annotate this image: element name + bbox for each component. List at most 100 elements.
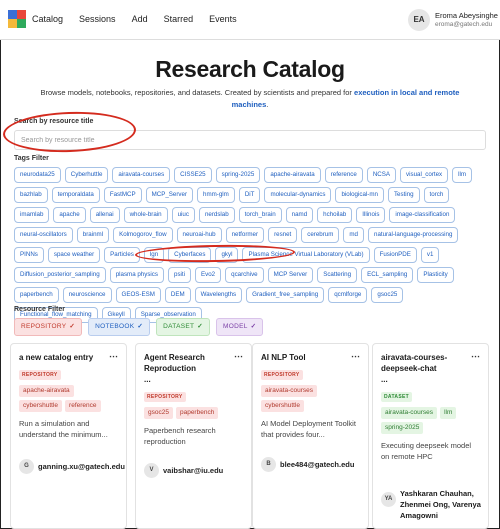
card-title[interactable]: a new catalog entry [19,352,114,363]
tag-chip[interactable]: DEM [164,287,191,303]
card-title[interactable]: Agent Research Reproduction [144,352,239,374]
card-tag[interactable]: cybershuttle [261,400,305,412]
filter-dataset[interactable]: DATASET ✓ [156,318,211,336]
filter-notebook[interactable]: NOTEBOOK ✓ [88,318,151,336]
card-tag[interactable]: cybershuttle [19,400,63,412]
tag-chip[interactable]: whole-brain [123,207,168,223]
tag-chip[interactable]: gkyl [215,247,239,263]
tag-chip[interactable]: apache-airavata [264,167,321,183]
tag-chip[interactable]: image-classification [389,207,456,223]
filter-model[interactable]: MODEL ✓ [216,318,264,336]
nav-events[interactable]: Events [209,14,237,24]
tag-chip[interactable]: Plasticity [417,267,454,283]
tag-chip[interactable]: airavata-courses [112,167,171,183]
tag-chip[interactable]: visual_cortex [400,167,449,183]
card-tag[interactable]: paperbench [175,407,219,419]
tag-chip[interactable]: Diffusion_posterior_sampling [14,267,106,283]
tag-chip[interactable]: v1 [420,247,440,263]
tag-chip[interactable]: uiuc [171,207,195,223]
tag-chip[interactable]: md [343,227,365,243]
card-tag[interactable]: llm [440,407,457,419]
card-title[interactable]: AI NLP Tool [261,352,356,363]
resource-card[interactable]: AI NLP Tool ⋯ REPOSITORY airavata-course… [252,343,369,529]
nav-add[interactable]: Add [132,14,148,24]
tag-chip[interactable]: gsoc25 [371,287,404,303]
nav-catalog[interactable]: Catalog [32,14,63,24]
user-avatar[interactable]: EA [408,9,430,31]
tag-chip[interactable]: FusionPDE [373,247,417,263]
tag-chip[interactable]: PINNs [14,247,44,263]
tag-chip[interactable]: Scattering [317,267,358,283]
tag-chip[interactable]: neuroscience [62,287,112,303]
tag-chip[interactable]: natural-language-processing [368,227,459,243]
tag-chip[interactable]: DiT [238,187,261,203]
tag-chip[interactable]: hchoilab [317,207,353,223]
tag-chip[interactable]: Cyberfaces [168,247,212,263]
tag-chip[interactable]: Evo2 [195,267,222,283]
tag-chip[interactable]: Gradient_free_sampling [246,287,325,303]
more-options-icon[interactable]: ⋯ [234,351,243,362]
tag-chip[interactable]: Particles [104,247,140,263]
tag-chip[interactable]: GEOS-ESM [115,287,161,303]
tag-chip[interactable]: lgn [143,247,165,263]
tag-chip[interactable]: MCP_Server [145,187,194,203]
more-options-icon[interactable]: ⋯ [471,351,480,362]
tag-chip[interactable]: CISSE25 [174,167,212,183]
tag-chip[interactable]: imamlab [14,207,50,223]
resource-card[interactable]: airavata-courses-deepseek-chat ... ⋯ DAT… [372,343,489,529]
tag-chip[interactable]: torch_brain [238,207,282,223]
tag-chip[interactable]: NCSA [366,167,397,183]
tag-chip[interactable]: qcarchive [225,267,264,283]
tag-chip[interactable]: apache [53,207,86,223]
card-tag[interactable]: apache-airavata [19,385,74,397]
card-tag[interactable]: spring-2025 [381,422,424,434]
tag-chip[interactable]: molecular-dynamics [264,187,332,203]
tag-chip[interactable]: neuroai-hub [176,227,222,243]
tag-chip[interactable]: nerdslab [198,207,235,223]
tag-chip[interactable]: Illinois [356,207,386,223]
tag-chip[interactable]: allenai [89,207,120,223]
tag-chip[interactable]: torch [423,187,450,203]
nav-starred[interactable]: Starred [164,14,194,24]
tag-chip[interactable]: bazhlab [14,187,48,203]
tag-chip[interactable]: temporaldata [51,187,100,203]
tag-chip[interactable]: namd [285,207,314,223]
card-tag[interactable]: airavata-courses [261,385,318,397]
tag-chip[interactable]: netformer [225,227,265,243]
tag-chip[interactable]: psiti [168,267,192,283]
resource-card[interactable]: Agent Research Reproduction ... ⋯ REPOSI… [135,343,252,529]
more-options-icon[interactable]: ⋯ [109,351,118,362]
tag-chip[interactable]: Wavelengths [194,287,243,303]
tag-chip[interactable]: plasma physics [109,267,164,283]
tag-chip[interactable]: cerebrum [301,227,340,243]
tag-chip[interactable]: brainml [76,227,110,243]
tag-chip[interactable]: paperbench [14,287,59,303]
card-tag[interactable]: airavata-courses [381,407,438,419]
card-tag[interactable]: reference [65,400,101,412]
tag-chip[interactable]: resnet [268,227,298,243]
tag-chip[interactable]: biological-mn [335,187,384,203]
more-options-icon[interactable]: ⋯ [351,351,360,362]
resource-card[interactable]: a new catalog entry ⋯ REPOSITORY apache-… [10,343,127,529]
search-input[interactable] [14,130,486,150]
tag-chip[interactable]: spring-2025 [215,167,261,183]
tag-chip[interactable]: reference [324,167,363,183]
tag-chip[interactable]: hmm-glm [197,187,235,203]
tag-chip[interactable]: Cyberhuttle [64,167,109,183]
card-tag[interactable]: gsoc25 [144,407,173,419]
app-logo-icon[interactable] [8,10,26,28]
tag-chip[interactable]: Testing [387,187,420,203]
tag-chip[interactable]: qcmlforge [328,287,368,303]
tag-chip[interactable]: ECL_sampling [361,267,414,283]
filter-repository[interactable]: REPOSITORY ✓ [14,318,83,336]
tag-chip[interactable]: Plasma Science Virtual Laboratory (VLab) [242,247,370,263]
tag-chip[interactable]: MCP Server [267,267,314,283]
nav-sessions[interactable]: Sessions [79,14,116,24]
tag-chip[interactable]: neurodata25 [14,167,61,183]
tag-chip[interactable]: neural-oscillators [14,227,73,243]
card-title[interactable]: airavata-courses-deepseek-chat [381,352,476,374]
tag-chip[interactable]: FastMCP [103,187,142,203]
tag-chip[interactable]: llm [452,167,473,183]
tag-chip[interactable]: Kolmogorov_flow [113,227,173,243]
tag-chip[interactable]: space weather [47,247,101,263]
